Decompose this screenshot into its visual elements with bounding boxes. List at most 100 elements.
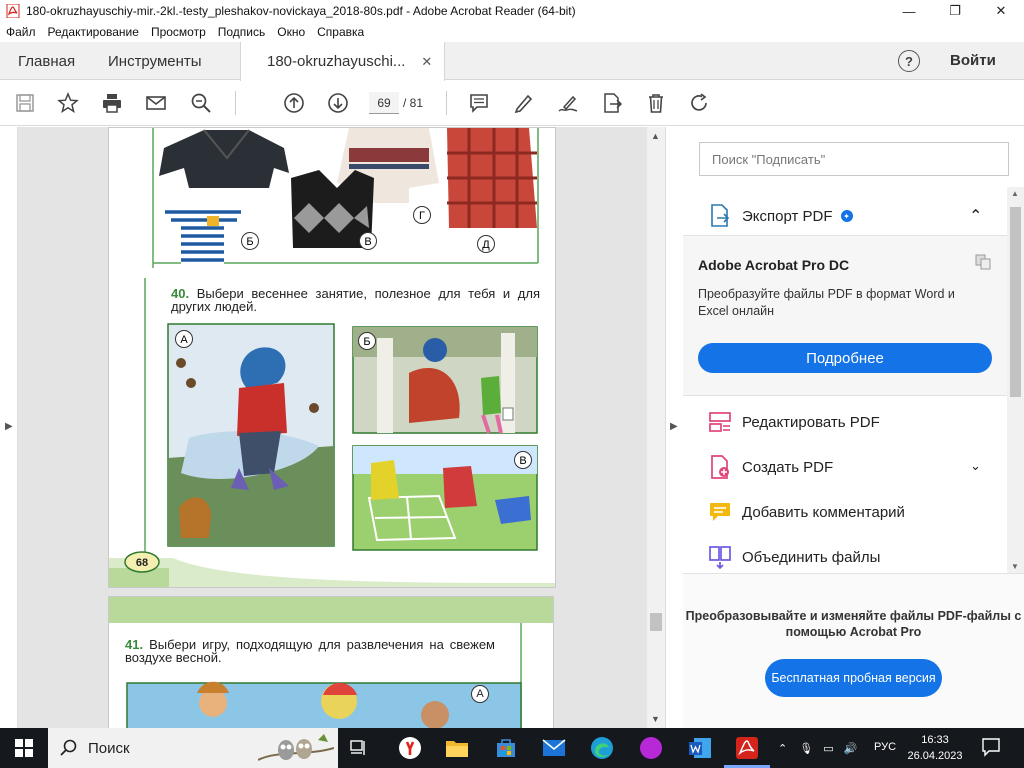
network-icon[interactable]: ▭ <box>823 742 833 755</box>
page-number-input[interactable]: 69 <box>369 92 399 114</box>
menu-edit[interactable]: Редактирование <box>48 25 139 39</box>
menu-sign[interactable]: Подпись <box>218 25 266 39</box>
picture-label-a-next: А <box>471 685 489 703</box>
picture-label-b: Б <box>358 332 376 350</box>
promo-title: Adobe Acrobat Pro DC <box>698 257 850 273</box>
help-icon[interactable]: ? <box>898 50 920 72</box>
email-icon[interactable] <box>144 91 168 115</box>
question-40: 40. Выбери весеннее занятие, полезное дл… <box>171 287 540 313</box>
word-icon[interactable] <box>686 734 714 762</box>
copy-icon[interactable] <box>975 254 991 270</box>
menu-window[interactable]: Окно <box>277 25 305 39</box>
trial-description: Преобразовывайте и изменяйте файлы PDF-ф… <box>685 609 1022 639</box>
document-scrollbar[interactable]: ▲ ▼ <box>647 127 665 728</box>
item-label-d: Д <box>477 235 495 253</box>
scrollbar-thumb[interactable] <box>650 613 662 631</box>
item-label-b: Б <box>241 232 259 250</box>
chevron-up-icon[interactable]: ⌃ <box>969 206 982 226</box>
search-icon <box>60 739 77 756</box>
tool-edit-pdf-label: Редактировать PDF <box>742 413 880 431</box>
edge-browser-icon[interactable] <box>588 734 616 762</box>
svg-text:А: А <box>180 334 188 346</box>
menu-bar: Файл Редактирование Просмотр Подпись Окн… <box>0 22 1024 42</box>
svg-text:Б: Б <box>363 336 370 348</box>
left-panel-strip: ▶ <box>0 127 18 728</box>
tool-create-pdf[interactable]: Создать PDF <box>707 454 833 480</box>
windows-start-icon[interactable] <box>0 728 48 768</box>
tray-expand-icon[interactable]: ⌃ <box>778 742 787 755</box>
tools-scroll-up-icon[interactable]: ▲ <box>1011 189 1019 198</box>
scroll-down-icon[interactable]: ▼ <box>651 714 660 724</box>
tools-scrollbar[interactable]: ▲ ▼ <box>1007 187 1024 573</box>
minimize-button[interactable]: — <box>886 0 932 22</box>
yandex-browser-icon[interactable] <box>396 734 424 762</box>
page-total: / 81 <box>403 96 424 110</box>
delete-icon[interactable] <box>644 91 668 115</box>
language-indicator[interactable]: РУС <box>874 741 896 753</box>
export-pdf-label: Экспорт PDF <box>742 207 833 225</box>
export-pdf-header[interactable]: Экспорт PDF ✦ ⌃ <box>683 197 1007 236</box>
acrobat-pro-promo: Adobe Acrobat Pro DC Преобразуйте файлы … <box>683 236 1007 396</box>
maximize-button[interactable]: ❐ <box>932 0 978 22</box>
tool-add-comment[interactable]: Добавить комментарий <box>707 499 905 525</box>
page-up-icon[interactable] <box>282 91 306 115</box>
comment-icon[interactable] <box>467 91 491 115</box>
scroll-up-icon[interactable]: ▲ <box>651 131 660 141</box>
zoom-icon[interactable] <box>189 91 213 115</box>
purple-app-icon[interactable] <box>637 734 665 762</box>
page-down-icon[interactable] <box>326 91 350 115</box>
right-panel-toggle[interactable]: ▶ <box>665 127 683 728</box>
mail-icon[interactable] <box>540 734 568 762</box>
tools-search-input[interactable]: Поиск "Подписать" <box>699 142 1009 176</box>
pdf-page: Б В Г Д А Б В 68 40. Выбери весеннее зан… <box>108 127 556 588</box>
free-trial-button[interactable]: Бесплатная пробная версия <box>765 659 942 697</box>
tools-scroll-down-icon[interactable]: ▼ <box>1011 562 1019 571</box>
close-window-button[interactable]: ✕ <box>978 0 1024 22</box>
tool-combine-files[interactable]: Объединить файлы <box>707 544 880 570</box>
tool-combine-files-label: Объединить файлы <box>742 548 881 566</box>
microphone-icon[interactable]: 🎙 <box>799 742 813 755</box>
premium-badge-icon: ✦ <box>840 210 853 222</box>
promo-text: Преобразуйте файлы PDF в формат Word и E… <box>698 287 955 318</box>
learn-more-button[interactable]: Подробнее <box>698 343 992 373</box>
save-icon[interactable] <box>13 91 37 115</box>
question-41-text: Выбери игру, подходящую для развлечения … <box>125 637 495 665</box>
export-file-icon[interactable] <box>600 91 624 115</box>
clock[interactable]: 16:33 26.04.2023 <box>904 732 966 764</box>
task-view-icon[interactable] <box>346 734 374 762</box>
notifications-icon[interactable] <box>980 736 1002 758</box>
volume-icon[interactable]: 🔊 <box>844 742 858 755</box>
redo-icon[interactable] <box>688 91 712 115</box>
document-area[interactable]: ▶ Б В Г Д А Б В 68 40. Выбери весеннее з… <box>0 127 665 728</box>
menu-help[interactable]: Справка <box>317 25 364 39</box>
taskbar-search-box[interactable]: Поиск <box>48 728 338 768</box>
menu-view[interactable]: Просмотр <box>151 25 206 39</box>
clock-time: 16:33 <box>921 734 949 746</box>
menu-file[interactable]: Файл <box>6 25 36 39</box>
picture-label-v: В <box>514 451 532 469</box>
chevron-down-icon[interactable]: ⌄ <box>970 458 981 474</box>
tab-tools[interactable]: Инструменты <box>108 42 202 80</box>
login-button[interactable]: Войти <box>950 52 996 69</box>
expand-left-panel-icon[interactable]: ▶ <box>5 421 13 432</box>
svg-text:В: В <box>364 236 371 248</box>
close-tab-icon[interactable]: ✕ <box>421 54 432 70</box>
file-explorer-icon[interactable] <box>443 734 471 762</box>
tool-edit-pdf[interactable]: Редактировать PDF <box>707 409 880 435</box>
export-pdf-icon <box>707 203 733 229</box>
tool-add-comment-label: Добавить комментарий <box>742 503 905 521</box>
acrobat-taskbar-icon[interactable] <box>733 734 761 762</box>
tab-home[interactable]: Главная <box>18 42 75 80</box>
sign-icon[interactable] <box>556 91 580 115</box>
store-icon[interactable] <box>492 734 520 762</box>
tools-scrollbar-thumb[interactable] <box>1010 207 1021 397</box>
picture-label-a: А <box>175 330 193 348</box>
add-comment-icon <box>707 499 733 525</box>
svg-text:Б: Б <box>246 236 253 248</box>
bookmark-star-icon[interactable] <box>56 91 80 115</box>
print-icon[interactable] <box>100 91 124 115</box>
highlight-pen-icon[interactable] <box>511 91 535 115</box>
tab-document[interactable]: 180-okruzhayuschi... ✕ <box>240 42 446 81</box>
tab-bar: Главная Инструменты 180-okruzhayuschi...… <box>0 42 1024 81</box>
collapse-right-panel-icon[interactable]: ▶ <box>670 421 678 432</box>
